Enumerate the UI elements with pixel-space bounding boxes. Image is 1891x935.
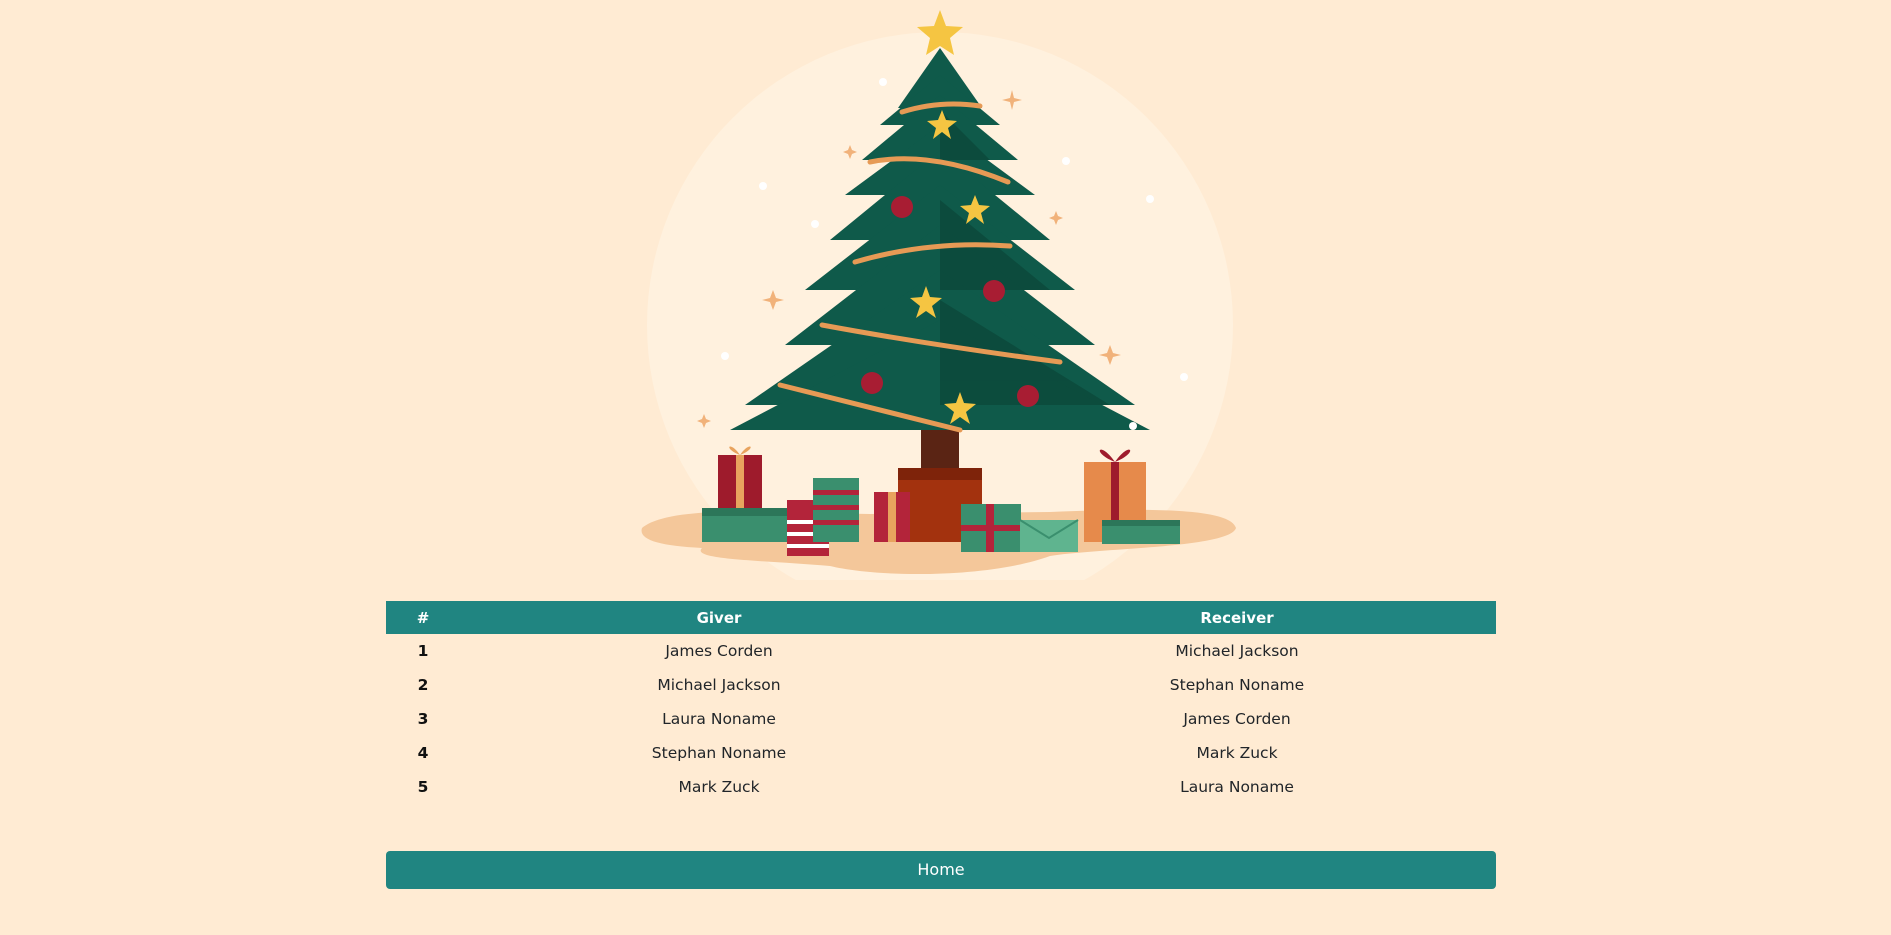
table-row: 5 Mark Zuck Laura Noname: [386, 770, 1496, 804]
row-giver: James Corden: [665, 642, 773, 660]
row-index: 2: [417, 676, 429, 694]
row-giver: Mark Zuck: [678, 778, 760, 796]
row-receiver: Stephan Noname: [1169, 676, 1305, 694]
row-receiver: James Corden: [1183, 710, 1291, 728]
tree-trunk: [921, 430, 959, 470]
row-receiver: Mark Zuck: [1196, 744, 1278, 762]
row-giver: Michael Jackson: [657, 676, 781, 694]
row-index: 3: [417, 710, 429, 728]
row-giver: Stephan Noname: [651, 744, 787, 762]
table-row: 4 Stephan Noname Mark Zuck: [386, 736, 1496, 770]
table-row: 3 Laura Noname James Corden: [386, 702, 1496, 736]
row-index: 5: [417, 778, 429, 796]
column-header-giver: Giver: [696, 608, 742, 627]
row-receiver: Laura Noname: [1180, 778, 1294, 796]
home-button[interactable]: Home: [386, 851, 1496, 889]
table-header: # Giver Receiver: [386, 601, 1496, 634]
pairs-table-container: # Giver Receiver 1 James Corden Michael …: [386, 601, 1496, 804]
pairs-table: # Giver Receiver 1 James Corden Michael …: [386, 601, 1496, 804]
row-giver: Laura Noname: [662, 710, 776, 728]
row-index: 1: [417, 642, 429, 660]
column-header-receiver: Receiver: [1200, 608, 1274, 627]
christmas-tree-illustration: [630, 0, 1260, 580]
table-row: 2 Michael Jackson Stephan Noname: [386, 668, 1496, 702]
table-body: 1 James Corden Michael Jackson 2 Michael…: [386, 634, 1496, 804]
row-index: 4: [417, 744, 429, 762]
table-header-row: # Giver Receiver: [386, 601, 1496, 634]
row-receiver: Michael Jackson: [1175, 642, 1299, 660]
table-row: 1 James Corden Michael Jackson: [386, 634, 1496, 668]
column-header-index: #: [416, 608, 430, 627]
